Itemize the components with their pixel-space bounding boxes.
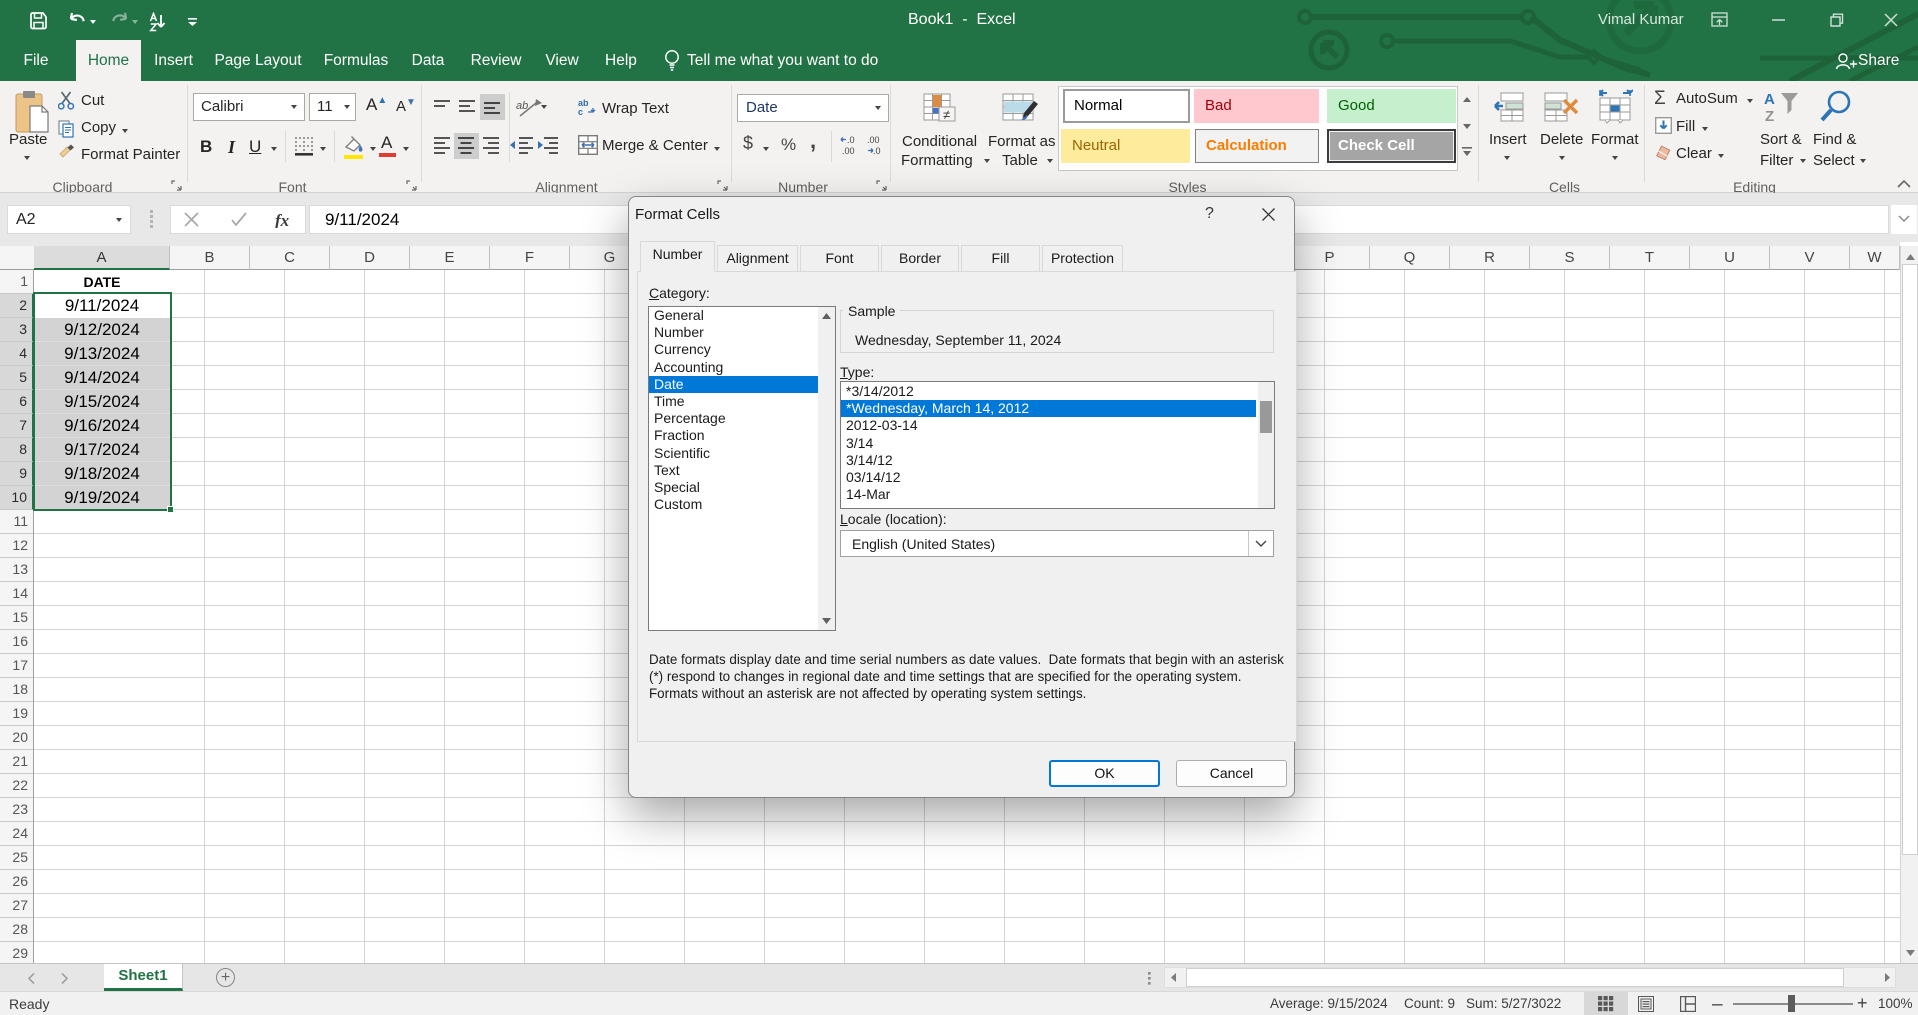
svg-text:.0: .0	[847, 135, 855, 145]
svg-text:.0: .0	[873, 146, 881, 156]
svg-text:A: A	[1764, 91, 1775, 108]
svg-text:Z: Z	[1765, 108, 1774, 124]
svg-text:≠: ≠	[943, 107, 950, 122]
svg-text:.00: .00	[842, 146, 855, 156]
svg-text:.00: .00	[867, 135, 880, 145]
svg-text:c: c	[578, 107, 583, 117]
svg-text:fx: fx	[275, 212, 290, 228]
